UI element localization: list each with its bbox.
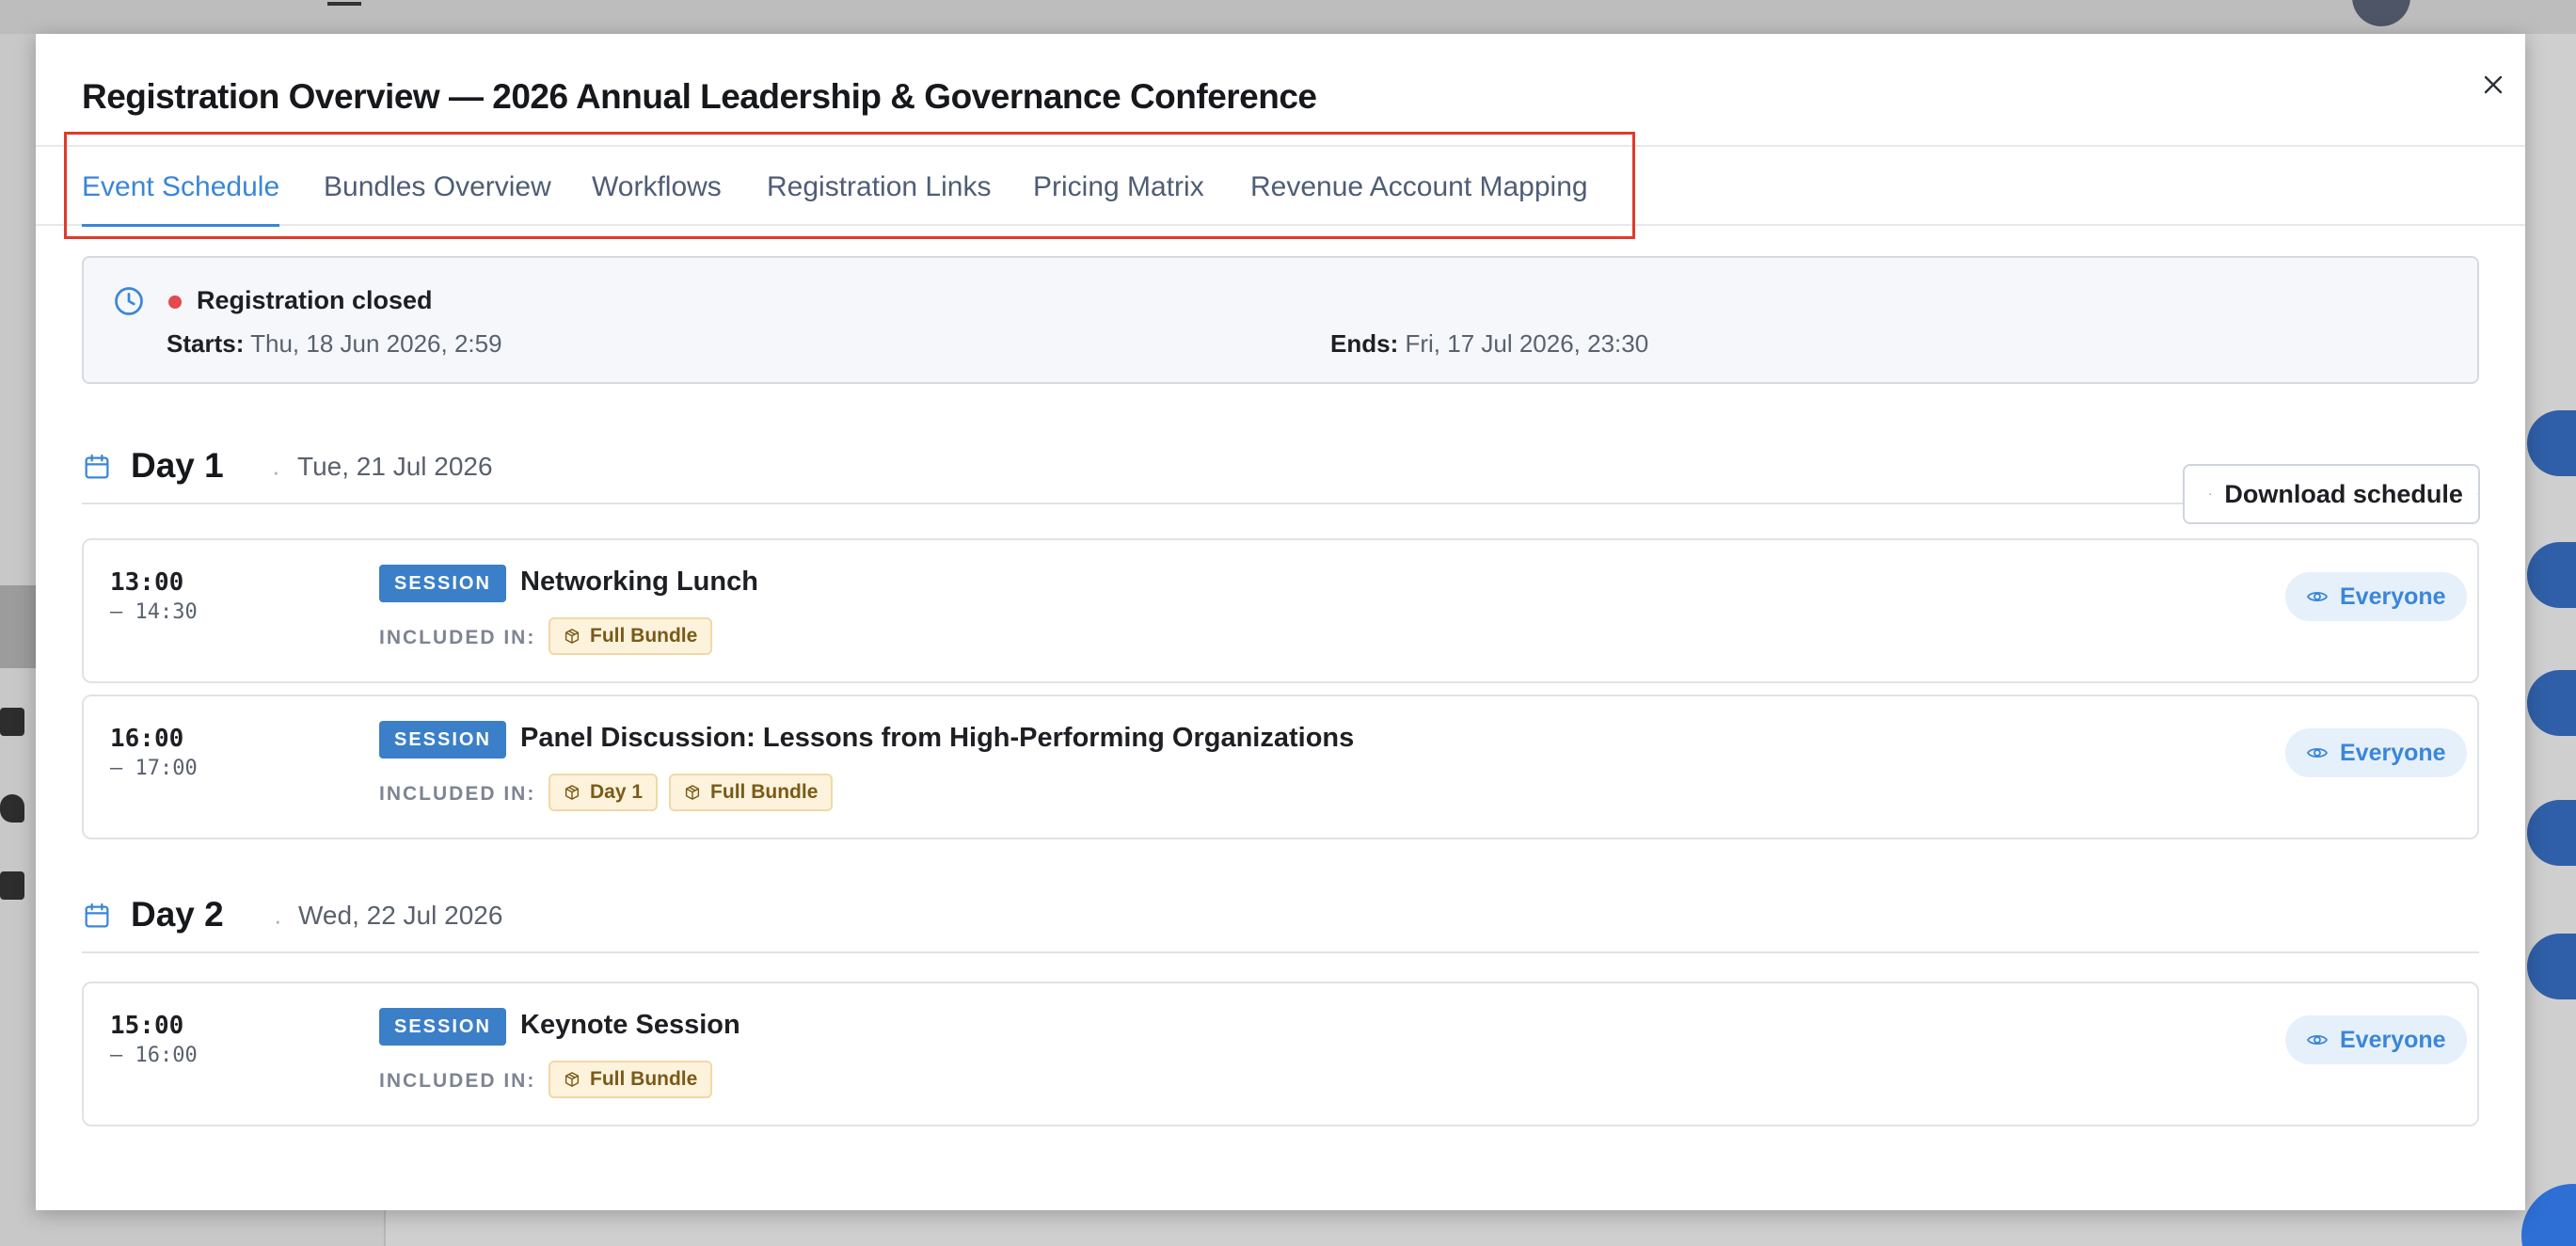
session-type-badge: SESSION (379, 1008, 506, 1046)
package-icon (564, 785, 580, 800)
calendar-icon (85, 903, 109, 928)
clock-icon (115, 287, 143, 315)
package-icon (685, 785, 700, 800)
tab-bundles-overview[interactable]: Bundles Overview (324, 149, 551, 226)
session-start-time: 16:00 (110, 725, 184, 753)
download-icon (2209, 493, 2212, 495)
bundle-chip: Full Bundle (549, 617, 713, 655)
registration-overview-modal: Registration Overview — 2026 Annual Lead… (36, 34, 2525, 1210)
background-topbar (0, 0, 2576, 34)
day-header: Day 2 · Wed, 22 Jul 2026 (82, 887, 2479, 953)
package-icon (564, 1072, 580, 1087)
tab-pricing-matrix[interactable]: Pricing Matrix (1033, 149, 1204, 226)
registration-status-panel: Registration closed Starts: Thu, 18 Jun … (82, 256, 2479, 384)
ends-label: Ends: (1330, 329, 1399, 358)
bundle-chip: Full Bundle (549, 1061, 713, 1098)
session-title: Panel Discussion: Lessons from High-Perf… (520, 723, 1355, 753)
ends-value: Fri, 17 Jul 2026, 23:30 (1405, 329, 1649, 358)
tab-registration-links[interactable]: Registration Links (767, 149, 991, 226)
day-title: Day 1 (131, 446, 224, 485)
bundle-name: Full Bundle (590, 625, 698, 647)
audience-label: Everyone (2340, 583, 2446, 610)
modal-header: Registration Overview — 2026 Annual Lead… (36, 34, 2525, 147)
session-end-time: – 16:00 (110, 1044, 198, 1067)
tab-event-schedule[interactable]: Event Schedule (82, 149, 280, 227)
calendar-icon (85, 454, 109, 479)
modal-title: Registration Overview — 2026 Annual Lead… (82, 77, 1317, 116)
separator-dot: · (272, 457, 280, 486)
audience-badge: Everyone (2285, 572, 2467, 621)
audience-label: Everyone (2340, 1026, 2446, 1053)
tab-bar: Event Schedule Bundles Overview Workflow… (36, 149, 2525, 227)
audience-label: Everyone (2340, 739, 2446, 766)
bundle-name: Full Bundle (710, 781, 819, 803)
session-title: Keynote Session (520, 1010, 740, 1040)
starts-value: Thu, 18 Jun 2026, 2:59 (250, 329, 502, 358)
included-in-label: INCLUDED IN: (379, 627, 536, 648)
starts-label: Starts: (167, 329, 245, 358)
eye-icon (2306, 747, 2329, 759)
device-icon (0, 871, 24, 900)
status-ends: Ends: Fri, 17 Jul 2026, 23:30 (1330, 329, 1648, 359)
package-icon (564, 629, 580, 644)
eye-icon (2306, 591, 2329, 602)
session-end-time: – 14:30 (110, 600, 198, 624)
session-start-time: 13:00 (110, 568, 184, 597)
included-in-label: INCLUDED IN: (379, 1070, 536, 1092)
bundle-name: Full Bundle (590, 1068, 698, 1090)
bundle-chip: Full Bundle (669, 774, 834, 811)
day-date: Wed, 22 Jul 2026 (298, 901, 503, 930)
person-icon (0, 708, 24, 736)
menu-icon (327, 0, 361, 6)
status-starts: Starts: Thu, 18 Jun 2026, 2:59 (167, 329, 502, 359)
bundle-chips: Full Bundle (549, 1061, 713, 1098)
session-card[interactable]: 13:00 – 14:30 SESSION Networking Lunch I… (82, 538, 2479, 683)
separator-dot: · (274, 906, 282, 934)
status-label: Registration closed (197, 286, 433, 314)
session-end-time: – 17:00 (110, 757, 198, 780)
session-card[interactable]: 16:00 – 17:00 SESSION Panel Discussion: … (82, 695, 2479, 839)
close-button[interactable] (2471, 62, 2516, 107)
tab-revenue-account-mapping[interactable]: Revenue Account Mapping (1250, 149, 1588, 226)
audience-badge: Everyone (2285, 1015, 2467, 1064)
bundle-chip: Day 1 (549, 774, 659, 811)
included-in-label: INCLUDED IN: (379, 783, 536, 805)
sidebar-active-indicator (0, 585, 38, 668)
session-card[interactable]: 15:00 – 16:00 SESSION Keynote Session IN… (82, 982, 2479, 1126)
close-icon (2484, 75, 2503, 94)
day-header: Day 1 · Tue, 21 Jul 2026 (82, 439, 2479, 504)
bundle-name: Day 1 (590, 781, 644, 803)
session-type-badge: SESSION (379, 721, 506, 759)
chevron-down-icon (2476, 493, 2478, 495)
session-type-badge: SESSION (379, 565, 506, 602)
download-schedule-label: Download schedule (2224, 479, 2463, 508)
session-title: Networking Lunch (520, 567, 758, 597)
session-start-time: 15:00 (110, 1012, 184, 1040)
eye-icon (2306, 1034, 2329, 1046)
day-date: Tue, 21 Jul 2026 (297, 452, 493, 481)
bundle-chips: Full Bundle (549, 617, 713, 655)
location-icon (0, 794, 24, 823)
tab-workflows[interactable]: Workflows (592, 149, 722, 226)
day-title: Day 2 (131, 895, 224, 934)
audience-badge: Everyone (2285, 728, 2467, 777)
bundle-chips: Day 1 Full Bundle (549, 774, 834, 811)
download-schedule-button[interactable]: Download schedule (2183, 464, 2480, 524)
status-dot (168, 296, 182, 309)
